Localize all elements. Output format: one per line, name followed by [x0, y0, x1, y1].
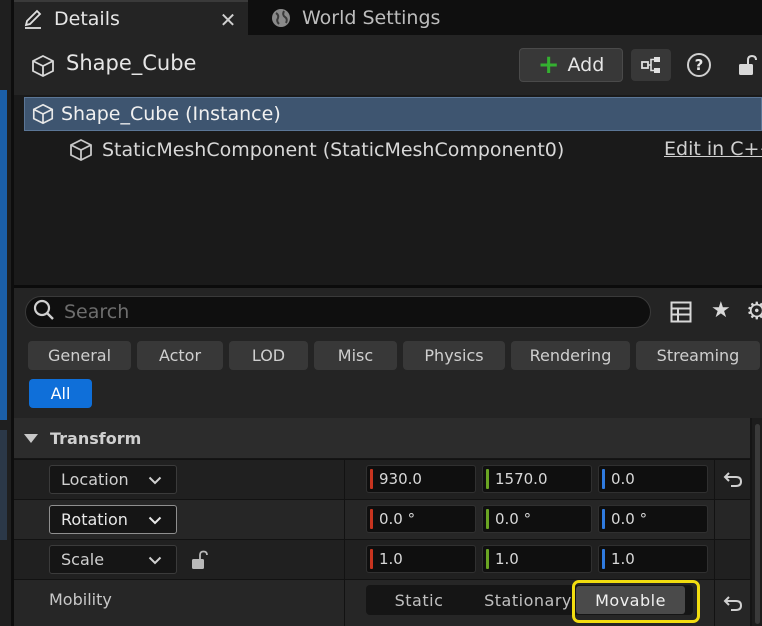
details-scrollbar[interactable]	[752, 418, 762, 626]
chevron-down-icon	[148, 510, 162, 529]
tree-row-static-mesh[interactable]: StaticMeshComponent (StaticMeshComponent…	[68, 133, 564, 167]
cube-icon	[31, 102, 55, 126]
add-label: Add	[567, 54, 605, 76]
location-z-value: 0.0	[611, 470, 635, 488]
scale-row: Scale 1.0 1.0 1.0	[14, 539, 750, 579]
blueprint-icon	[641, 57, 660, 73]
search-placeholder: Search	[64, 301, 130, 323]
gear-icon[interactable]: ⚙	[746, 297, 762, 325]
location-label: Location	[61, 470, 129, 489]
instance-label: Shape_Cube (Instance)	[61, 103, 281, 125]
rotation-z-field[interactable]: 0.0 °	[598, 505, 708, 533]
filter-streaming[interactable]: Streaming	[636, 341, 760, 370]
filter-rendering[interactable]: Rendering	[511, 341, 630, 370]
transform-section-header[interactable]: Transform	[14, 418, 750, 458]
transform-label: Transform	[50, 428, 142, 448]
filter-area: Search ★ ⚙ General Actor LOD Misc Physic…	[14, 288, 762, 418]
mobility-stationary-option[interactable]: Stationary	[472, 585, 584, 615]
cube-icon	[30, 53, 56, 83]
table-view-icon[interactable]	[670, 301, 692, 327]
globe-icon	[268, 5, 294, 31]
star-icon[interactable]: ★	[711, 298, 731, 323]
filter-general[interactable]: General	[28, 341, 131, 370]
help-icon[interactable]: ?	[687, 53, 711, 77]
rotation-x-value: 0.0 °	[379, 510, 416, 528]
location-x-field[interactable]: 930.0	[366, 465, 476, 493]
tab-details[interactable]: Details ✕	[14, 0, 248, 35]
component-label: StaticMeshComponent (StaticMeshComponent…	[102, 139, 565, 161]
component-tree: Shape_Cube (Instance) StaticMeshComponen…	[14, 95, 762, 285]
mobility-static-option[interactable]: Static	[366, 585, 472, 615]
tab-details-label: Details	[54, 7, 120, 30]
actor-name[interactable]: Shape_Cube	[66, 51, 196, 75]
scale-x-value: 1.0	[379, 550, 403, 568]
rotation-z-value: 0.0 °	[611, 510, 648, 528]
search-input[interactable]: Search	[25, 296, 651, 328]
add-component-button[interactable]: + Add	[519, 48, 623, 82]
location-x-value: 930.0	[379, 470, 422, 488]
unlock-icon[interactable]	[189, 549, 211, 575]
filter-physics[interactable]: Physics	[403, 341, 505, 370]
scale-z-value: 1.0	[611, 550, 635, 568]
edit-in-cpp-link[interactable]: Edit in C++	[664, 138, 762, 160]
filter-actor[interactable]: Actor	[137, 341, 223, 370]
mobility-label: Mobility	[49, 590, 112, 609]
filter-all[interactable]: All	[29, 379, 92, 408]
search-icon	[32, 298, 56, 326]
pencil-icon	[20, 6, 46, 32]
plus-icon: +	[537, 50, 560, 80]
location-y-value: 1570.0	[495, 470, 548, 488]
scale-x-field[interactable]: 1.0	[366, 545, 476, 573]
filter-misc[interactable]: Misc	[314, 341, 397, 370]
location-dropdown[interactable]: Location	[49, 465, 177, 494]
rotation-label: Rotation	[61, 510, 128, 529]
tab-world-settings-label: World Settings	[302, 6, 441, 29]
mobility-row: Mobility Static Stationary Movable	[14, 579, 750, 626]
rotation-x-field[interactable]: 0.0 °	[366, 505, 476, 533]
lock-icon[interactable]	[736, 53, 760, 81]
blueprint-button[interactable]	[631, 49, 671, 81]
scale-label: Scale	[61, 550, 105, 569]
rotation-y-field[interactable]: 0.0 °	[482, 505, 592, 533]
chevron-down-icon	[148, 550, 162, 569]
collapse-arrow-icon	[24, 433, 38, 443]
location-row: Location 930.0 1570.0 0.0	[14, 459, 750, 499]
static-mesh-icon	[68, 137, 94, 163]
close-icon[interactable]: ✕	[214, 2, 242, 37]
tab-world-settings[interactable]: World Settings	[262, 0, 462, 35]
tab-bar: Details ✕ World Settings	[14, 0, 762, 35]
location-y-field[interactable]: 1570.0	[482, 465, 592, 493]
reset-icon[interactable]	[722, 592, 744, 618]
location-z-field[interactable]: 0.0	[598, 465, 708, 493]
tree-row-instance[interactable]: Shape_Cube (Instance)	[24, 97, 762, 131]
scale-y-value: 1.0	[495, 550, 519, 568]
scale-dropdown[interactable]: Scale	[49, 545, 177, 574]
details-header: Shape_Cube + Add ?	[14, 35, 762, 95]
scale-z-field[interactable]: 1.0	[598, 545, 708, 573]
chevron-down-icon	[148, 470, 162, 489]
rotation-dropdown[interactable]: Rotation	[49, 505, 177, 534]
filter-lod[interactable]: LOD	[229, 341, 308, 370]
viewport-edge	[0, 0, 11, 626]
rotation-row: Rotation 0.0 ° 0.0 ° 0.0 °	[14, 499, 750, 539]
scale-y-field[interactable]: 1.0	[482, 545, 592, 573]
reset-icon[interactable]	[722, 468, 744, 494]
highlight-box	[572, 580, 700, 623]
rotation-y-value: 0.0 °	[495, 510, 532, 528]
